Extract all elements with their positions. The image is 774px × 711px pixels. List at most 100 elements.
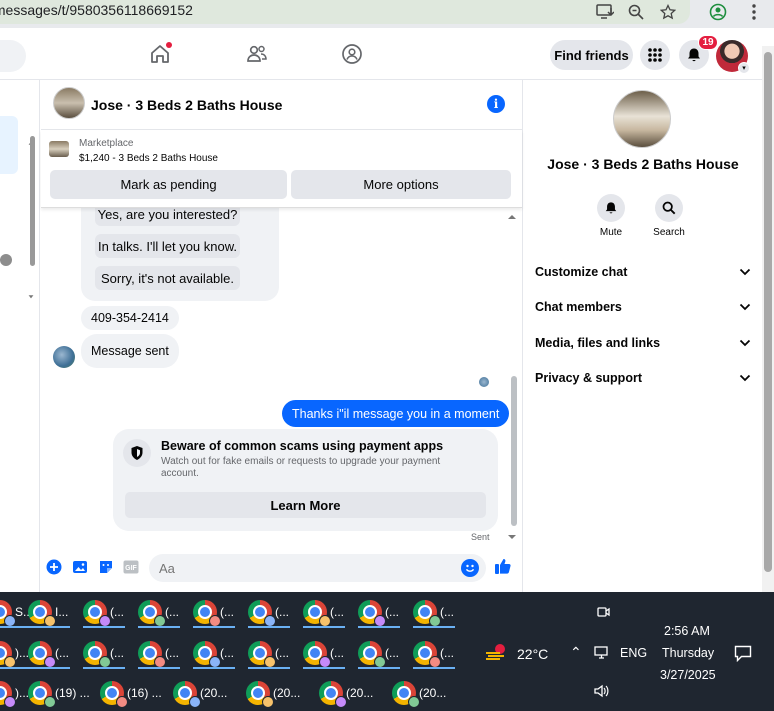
chrome-profile-badge [116, 696, 128, 708]
weather-icon[interactable] [484, 643, 508, 663]
network-icon[interactable] [594, 646, 610, 660]
taskbar-chrome-window[interactable]: (... [83, 596, 125, 628]
svg-text:GIF: GIF [125, 565, 137, 572]
thumbs-up-icon[interactable] [494, 557, 512, 575]
chrome-profile-badge [262, 696, 274, 708]
taskbar-window-label: (20... [346, 686, 374, 700]
taskbar-chrome-window[interactable]: )... [0, 637, 30, 669]
outgoing-message[interactable]: Thanks i"il message you in a moment [282, 400, 510, 427]
selected-chat-item[interactable] [0, 116, 18, 174]
taskbar-chrome-window[interactable]: (... [413, 637, 455, 669]
message-phone-number[interactable]: 409-354-2414 [81, 306, 179, 330]
taskbar-chrome-window[interactable]: (20... [319, 677, 373, 709]
info-icon[interactable]: i [487, 95, 505, 113]
taskbar-chrome-window[interactable]: (... [193, 637, 235, 669]
listing-title[interactable]: $1,240 - 3 Beds 2 Baths House [79, 153, 218, 164]
chevron-up-icon[interactable]: ⌃ [570, 644, 582, 661]
section-chat-members[interactable]: Chat members [535, 297, 751, 317]
section-customize-chat[interactable]: Customize chat [535, 262, 751, 282]
taskbar-chrome-window[interactable]: (... [303, 637, 345, 669]
url-text[interactable]: /messages/t/9580356118669152 [0, 2, 193, 18]
page-scroll-thumb[interactable] [764, 52, 772, 572]
home-nav-icon[interactable] [148, 42, 172, 66]
section-privacy-support[interactable]: Privacy & support [535, 368, 751, 388]
taskbar-chrome-window[interactable]: (... [138, 637, 180, 669]
section-media-files-links[interactable]: Media, files and links [535, 333, 751, 353]
taskbar-chrome-window[interactable]: (... [193, 596, 235, 628]
chrome-profile-badge [335, 696, 347, 708]
temperature[interactable]: 22°C [517, 646, 548, 662]
find-friends-button[interactable]: Find friends [550, 40, 633, 70]
chevron-down-icon[interactable] [739, 372, 751, 384]
chrome-profile-badge [264, 656, 276, 668]
notification-center-icon[interactable] [734, 645, 752, 662]
chat-list-scroll-thumb[interactable] [30, 136, 35, 266]
scam-warning-card: Beware of common scams using payment app… [113, 429, 498, 531]
taskbar-chrome-window[interactable]: (... [358, 596, 400, 628]
listing-thumbnail[interactable] [49, 141, 69, 157]
chat-list-avatar[interactable] [0, 254, 12, 266]
friends-nav-icon[interactable] [245, 42, 269, 66]
browser-profile-icon[interactable] [707, 2, 729, 22]
bookmark-star-icon[interactable] [657, 2, 679, 22]
sticker-icon[interactable] [98, 559, 114, 575]
conversation-avatar[interactable] [53, 87, 85, 119]
taskbar-window-label: (16) ... [127, 686, 162, 700]
volume-icon[interactable] [594, 684, 610, 698]
account-chevron-icon[interactable]: ▾ [738, 62, 750, 74]
taskbar-chrome-window[interactable]: (... [28, 637, 70, 669]
taskbar-chrome-window[interactable]: (... [413, 596, 455, 628]
zoom-icon[interactable] [625, 2, 647, 22]
taskbar-chrome-window[interactable]: (19) ... [28, 677, 90, 709]
clock-date[interactable]: 3/27/2025 [660, 668, 716, 682]
taskbar-chrome-window[interactable]: )... [0, 677, 29, 709]
learn-more-button[interactable]: Learn More [125, 492, 486, 518]
menu-grid-button[interactable] [640, 40, 670, 70]
mute-button[interactable]: Mute [586, 194, 636, 238]
quick-reply-in-talks[interactable]: In talks. I'll let you know. [95, 234, 240, 258]
mark-as-pending-button[interactable]: Mark as pending [50, 170, 287, 199]
taskbar-chrome-window[interactable]: (20... [246, 677, 300, 709]
bell-icon[interactable] [597, 194, 625, 222]
taskbar-chrome-window[interactable]: (20... [173, 677, 227, 709]
quick-reply-not-available[interactable]: Sorry, it's not available. [95, 266, 240, 290]
chevron-down-icon[interactable] [739, 337, 751, 349]
photo-icon[interactable] [72, 559, 88, 575]
taskbar-chrome-window[interactable]: I... [28, 596, 71, 628]
chrome-profile-badge [4, 656, 16, 668]
meet-now-icon[interactable] [596, 605, 610, 621]
address-bar[interactable]: /messages/t/9580356118669152 [0, 0, 690, 24]
taskbar-chrome-window[interactable]: (... [358, 637, 400, 669]
emoji-icon[interactable] [461, 559, 479, 577]
sender-avatar[interactable] [53, 346, 75, 368]
read-receipt-avatar [479, 377, 489, 387]
taskbar-chrome-window[interactable]: (... [248, 596, 290, 628]
browser-menu-icon[interactable] [743, 2, 765, 22]
taskbar-chrome-window[interactable]: (... [138, 596, 180, 628]
conversation-title[interactable]: Jose · 3 Beds 2 Baths House [91, 97, 282, 113]
plus-circle-icon[interactable] [46, 559, 62, 575]
message-input[interactable] [149, 554, 486, 582]
chevron-down-icon[interactable] [739, 266, 751, 278]
input-language[interactable]: ENG [620, 646, 647, 660]
search-icon[interactable] [655, 194, 683, 222]
search-conversation-button[interactable]: Search [644, 194, 694, 238]
clock-day[interactable]: Thursday [662, 646, 714, 660]
groups-nav-icon[interactable] [340, 42, 364, 66]
chrome-profile-badge [374, 656, 386, 668]
taskbar-chrome-window[interactable]: (20... [392, 677, 446, 709]
taskbar-chrome-window[interactable]: (... [83, 637, 125, 669]
info-panel-avatar[interactable] [613, 90, 671, 148]
clock-time[interactable]: 2:56 AM [664, 624, 710, 638]
taskbar-chrome-window[interactable]: (... [303, 596, 345, 628]
more-options-button[interactable]: More options [291, 170, 511, 199]
conversation-scroll-thumb[interactable] [511, 376, 517, 526]
gif-icon[interactable]: GIF [123, 559, 139, 575]
chrome-icon [0, 641, 16, 668]
facebook-search-box[interactable] [0, 40, 26, 72]
chevron-down-icon[interactable] [739, 301, 751, 313]
taskbar-chrome-window[interactable]: (... [248, 637, 290, 669]
install-app-icon[interactable] [594, 2, 616, 22]
message-sent-notice[interactable]: Message sent [81, 334, 179, 368]
taskbar-chrome-window[interactable]: (16) ... [100, 677, 162, 709]
